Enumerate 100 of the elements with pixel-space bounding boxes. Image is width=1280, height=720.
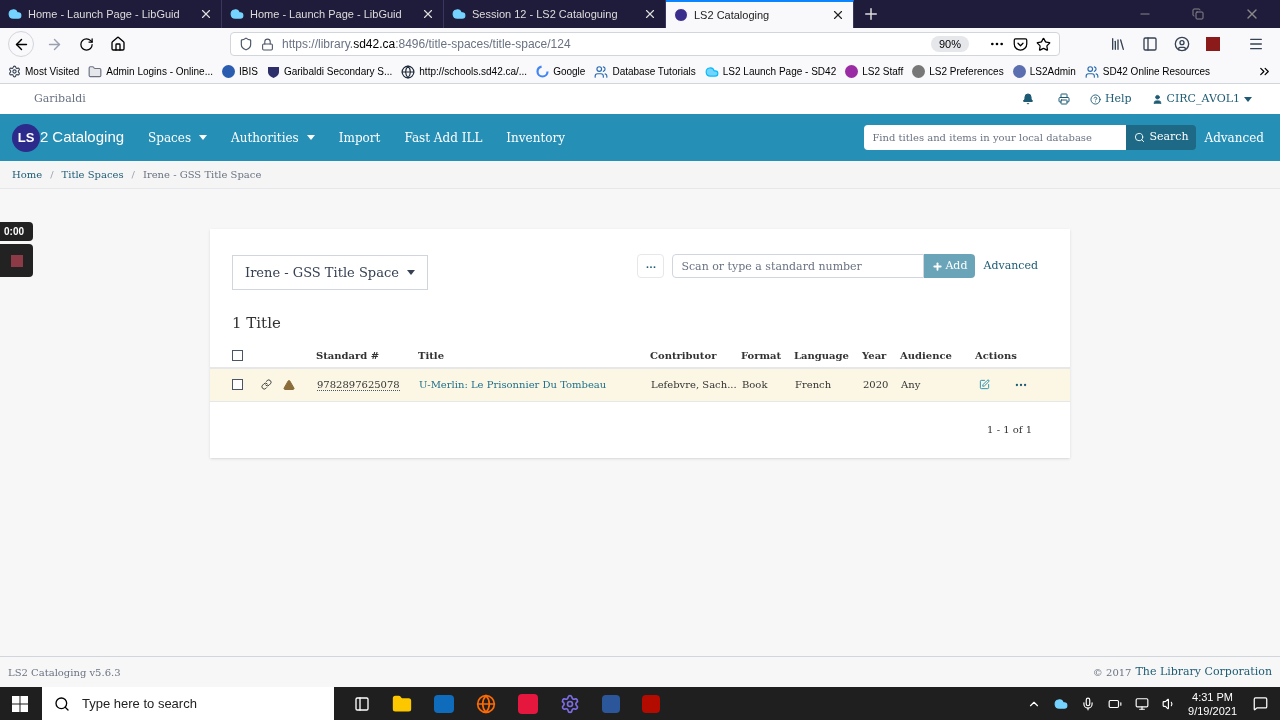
address-bar[interactable]: https://library.sd42.ca:8496/title-spaces/title-space/124 90% [230,32,1060,56]
breadcrumb-link[interactable]: Title Spaces [61,167,124,182]
breadcrumb-link[interactable]: Home [12,167,43,182]
bookmark[interactable]: Google [536,64,586,79]
nav-item[interactable]: Import [338,128,381,147]
standard-number-link[interactable]: 9782897625078 [317,379,400,391]
bookmark[interactable]: Admin Logins - Online... [88,64,213,79]
search-field[interactable]: Find titles and items in your local database [864,125,1127,150]
close-icon[interactable] [421,7,435,21]
pagination-info: 1 - 1 of 1 [987,422,1032,437]
breadcrumb-current: Irene - GSS Title Space [142,168,262,182]
bookmark[interactable]: IBIS [222,64,258,79]
title-link[interactable]: U-Merlin: Le Prisonnier Du Tombeau [419,379,607,390]
clock[interactable]: 4:31 PM 9/19/2021 [1188,689,1237,718]
close-icon[interactable] [199,7,213,21]
column-header: Actions [975,349,1018,363]
cloud-icon[interactable] [1054,696,1069,711]
home-icon[interactable] [110,36,126,52]
help-link[interactable]: Help [1089,90,1132,108]
cloud-icon [452,7,466,21]
windows-icon[interactable] [12,695,28,712]
close-icon[interactable] [831,8,845,22]
search-field[interactable]: Type here to search [82,693,322,714]
link-icon[interactable] [261,379,272,390]
crest-icon [266,65,280,78]
advanced-link[interactable]: Advanced [983,258,1038,275]
new-tab-icon[interactable] [862,5,880,23]
table-cell-text: Any [901,378,922,392]
sidebar-icon[interactable] [1142,36,1158,52]
task-view-icon[interactable] [354,695,370,712]
bookmark[interactable]: Most Visited [8,64,80,79]
caret-icon [306,135,315,140]
search-button[interactable]: Search [1126,125,1197,150]
close-icon[interactable] [643,7,657,21]
edit-icon[interactable] [979,379,990,390]
zoom-level[interactable]: 90% [930,35,969,53]
bookmark[interactable]: Database Tutorials [594,64,696,79]
browser-tab[interactable]: LS2 Cataloging [666,0,854,28]
tab-title: LS2 Cataloging [694,7,771,23]
library-icon[interactable] [1110,36,1126,52]
column-header: Language [794,349,850,363]
shield-icon [239,37,253,51]
bookmark[interactable]: LS2Admin [1012,64,1076,79]
column-header: Contributor [650,349,718,363]
url-text: https://library.sd42.ca:8496/title-spaces/title-space/124 [282,36,571,53]
microphone-icon[interactable] [1081,696,1096,711]
plus-icon [932,260,944,272]
title-space-selector[interactable]: Irene - GSS Title Space [232,255,428,290]
bookmark[interactable]: LS2 Staff [845,64,904,79]
nav-item[interactable]: Spaces [148,128,208,147]
cloud-icon [8,7,22,21]
reload-icon[interactable] [79,36,94,52]
printer-icon[interactable] [1057,93,1070,105]
column-header: Format [741,349,783,363]
company-link[interactable]: The Library Corporation [1135,663,1272,681]
taskbar-search[interactable]: Type here to search [42,687,334,720]
scan-field[interactable]: Scan or type a standard number [672,254,925,278]
folder-icon[interactable] [392,693,412,714]
browser-icon[interactable] [476,693,496,714]
bookmark[interactable]: LS2 Launch Page - SD42 [704,64,837,79]
warning-icon[interactable] [283,378,295,391]
column-header: Year [862,349,888,363]
notifications-icon[interactable] [1253,696,1268,711]
bookmark[interactable]: http://schools.sd42.ca/... [401,64,528,79]
column-header: Audience [900,349,953,363]
nav-item[interactable]: Authorities [231,128,315,147]
app-icon[interactable] [518,693,538,714]
cloud-icon [230,7,244,21]
bookmark[interactable]: Garibaldi Secondary S... [266,64,393,79]
table-cell-text: Lefebvre, Sach... [651,378,738,392]
app-logo[interactable]: LS 2 Cataloging [12,123,125,152]
checkbox[interactable] [232,379,243,390]
star-icon[interactable] [1036,36,1051,52]
library-name: Garibaldi [34,90,86,107]
pocket-icon[interactable] [1013,36,1028,52]
column-header: Title [418,349,446,363]
table-cell-text: 2020 [863,378,890,392]
advanced-link[interactable]: Advanced [1204,128,1264,147]
bookmark[interactable]: LS2 Preferences [912,64,1004,79]
caret-icon [199,135,208,140]
user-menu[interactable]: CIRC_AVOL1 [1151,90,1252,108]
menu-icon[interactable] [1248,36,1264,52]
recording-timer: 0:00 [0,222,33,241]
bell-icon[interactable] [1021,93,1034,105]
more-button[interactable]: ··· [637,254,665,278]
breadcrumb-separator: / [50,168,54,182]
user-icon [1151,93,1163,105]
caret-icon [1244,96,1252,102]
lock-icon [261,37,274,51]
nav-item[interactable]: Inventory [506,128,565,147]
folder-icon [88,64,103,79]
restore-icon[interactable] [1192,8,1204,20]
bookmark[interactable]: SD42 Online Resources [1084,64,1211,79]
account-icon[interactable] [1174,36,1190,52]
gear-icon[interactable] [560,693,580,714]
nav-item[interactable]: Fast Add ILL [404,128,483,147]
checkbox[interactable] [232,350,243,361]
caret-icon [406,270,415,275]
tab-title: Home - Launch Page - LibGuid [28,6,181,22]
search-icon [54,695,70,712]
